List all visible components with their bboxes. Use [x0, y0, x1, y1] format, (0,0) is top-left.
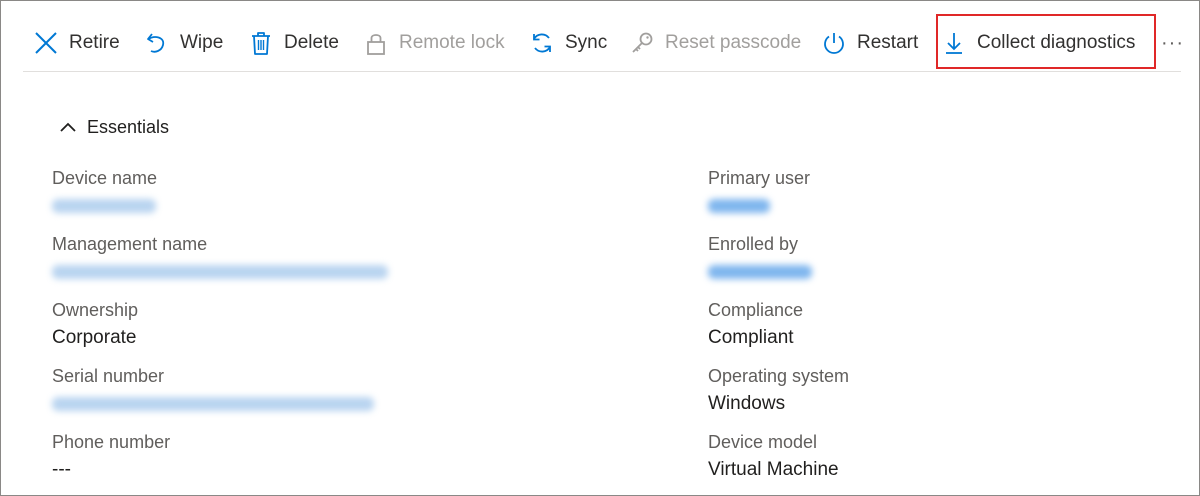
- device-name-field: Device name: [52, 167, 157, 218]
- delete-label: Delete: [284, 32, 339, 53]
- restart-label: Restart: [857, 32, 919, 53]
- remote-lock-button[interactable]: Remote lock: [363, 15, 505, 71]
- management-name-value-redacted: [52, 265, 388, 279]
- essentials-header[interactable]: Essentials: [59, 117, 169, 138]
- delete-button[interactable]: Delete: [248, 15, 339, 71]
- collect-diagnostics-highlight: [936, 14, 1156, 69]
- phone-number-label: Phone number: [52, 432, 171, 452]
- primary-user-label: Primary user: [708, 168, 811, 188]
- device-model-label: Device model: [708, 432, 818, 452]
- management-name-label: Management name: [52, 234, 208, 254]
- sync-button[interactable]: Sync: [529, 15, 607, 71]
- compliance-value: Compliant: [708, 327, 794, 348]
- chevron-up-icon: [59, 119, 77, 137]
- reset-passcode-label: Reset passcode: [665, 32, 802, 53]
- wipe-label: Wipe: [180, 32, 224, 53]
- management-name-field: Management name: [52, 233, 388, 284]
- ownership-value: Corporate: [52, 327, 137, 348]
- phone-number-value: ---: [52, 459, 71, 480]
- device-model-field: Device model Virtual Machine: [708, 431, 839, 482]
- sync-label: Sync: [565, 32, 608, 53]
- enrolled-by-label: Enrolled by: [708, 234, 799, 254]
- operating-system-label: Operating system: [708, 366, 850, 386]
- operating-system-field: Operating system Windows: [708, 365, 849, 416]
- serial-number-field: Serial number: [52, 365, 374, 416]
- device-name-label: Device name: [52, 168, 158, 188]
- device-model-value: Virtual Machine: [708, 459, 839, 480]
- more-actions-icon: ···: [1161, 31, 1184, 54]
- reset-passcode-button[interactable]: Reset passcode: [629, 15, 801, 71]
- serial-number-label: Serial number: [52, 366, 165, 386]
- sync-icon: [529, 30, 555, 56]
- wipe-button[interactable]: Wipe: [144, 15, 223, 71]
- compliance-field: Compliance Compliant: [708, 299, 803, 350]
- device-overview-panel: Retire Wipe Delete Remote lock Sync Rese…: [0, 0, 1200, 496]
- trash-icon: [248, 30, 274, 56]
- retire-button[interactable]: Retire: [33, 15, 120, 71]
- key-icon: [629, 30, 655, 56]
- more-actions-button[interactable]: ···: [1161, 15, 1184, 71]
- restart-button[interactable]: Restart: [821, 15, 918, 71]
- primary-user-link-redacted[interactable]: [708, 199, 770, 213]
- lock-icon: [363, 30, 389, 56]
- enrolled-by-link-redacted[interactable]: [708, 265, 812, 279]
- device-name-value-redacted: [52, 199, 156, 213]
- primary-user-field: Primary user: [708, 167, 810, 218]
- remote-lock-label: Remote lock: [399, 32, 505, 53]
- serial-number-value-redacted: [52, 397, 374, 411]
- essentials-title: Essentials: [87, 117, 170, 137]
- undo-icon: [144, 30, 170, 56]
- close-x-icon: [33, 30, 59, 56]
- ownership-label: Ownership: [52, 300, 139, 320]
- enrolled-by-field: Enrolled by: [708, 233, 812, 284]
- power-icon: [821, 30, 847, 56]
- operating-system-value: Windows: [708, 393, 786, 414]
- phone-number-field: Phone number ---: [52, 431, 170, 482]
- retire-label: Retire: [69, 32, 120, 53]
- compliance-label: Compliance: [708, 300, 804, 320]
- ownership-field: Ownership Corporate: [52, 299, 138, 350]
